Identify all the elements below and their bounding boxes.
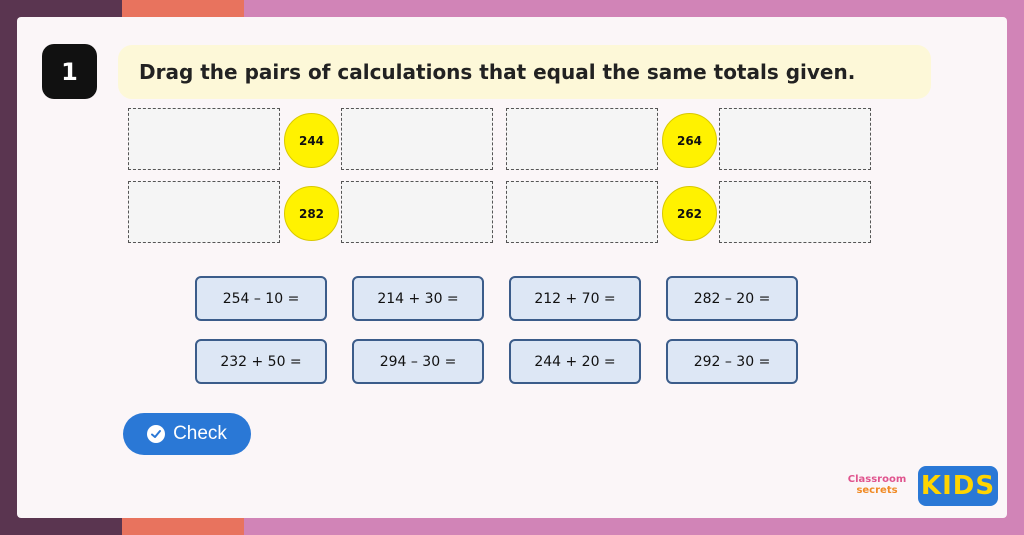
instruction-banner: Drag the pairs of calculations that equa… [118,45,931,99]
drop-zone-244-right[interactable] [341,108,493,170]
logo-line1: Classroom [847,474,907,485]
drop-zone-264-left[interactable] [506,108,658,170]
logo-text: Classroom secrets [840,474,914,496]
drop-zone-244-left[interactable] [128,108,280,170]
kids-logo-badge: KIDS [918,466,998,506]
logo-line2: secrets [856,485,898,496]
drop-zone-282-left[interactable] [128,181,280,243]
target-total: 262 [662,186,717,241]
calculation-tile[interactable]: 212 + 70 = [509,276,641,321]
calculation-tile[interactable]: 244 + 20 = [509,339,641,384]
drop-zone-282-right[interactable] [341,181,493,243]
check-button[interactable]: Check [123,413,251,455]
target-total: 244 [284,113,339,168]
drop-zone-262-right[interactable] [719,181,871,243]
calculation-tile[interactable]: 214 + 30 = [352,276,484,321]
target-total: 264 [662,113,717,168]
calculation-tile[interactable]: 254 – 10 = [195,276,327,321]
classroom-secrets-kids-logo: Classroom secrets KIDS [840,466,1000,508]
drop-zone-264-right[interactable] [719,108,871,170]
drop-zone-262-left[interactable] [506,181,658,243]
target-total: 282 [284,186,339,241]
calculation-tile[interactable]: 282 – 20 = [666,276,798,321]
calculation-tile[interactable]: 292 – 30 = [666,339,798,384]
instruction-text: Drag the pairs of calculations that equa… [139,60,856,84]
calculation-tile[interactable]: 232 + 50 = [195,339,327,384]
check-circle-icon [147,425,166,443]
calculation-tile[interactable]: 294 – 30 = [352,339,484,384]
question-number-badge: 1 [42,44,97,99]
check-button-label: Check [173,423,227,444]
